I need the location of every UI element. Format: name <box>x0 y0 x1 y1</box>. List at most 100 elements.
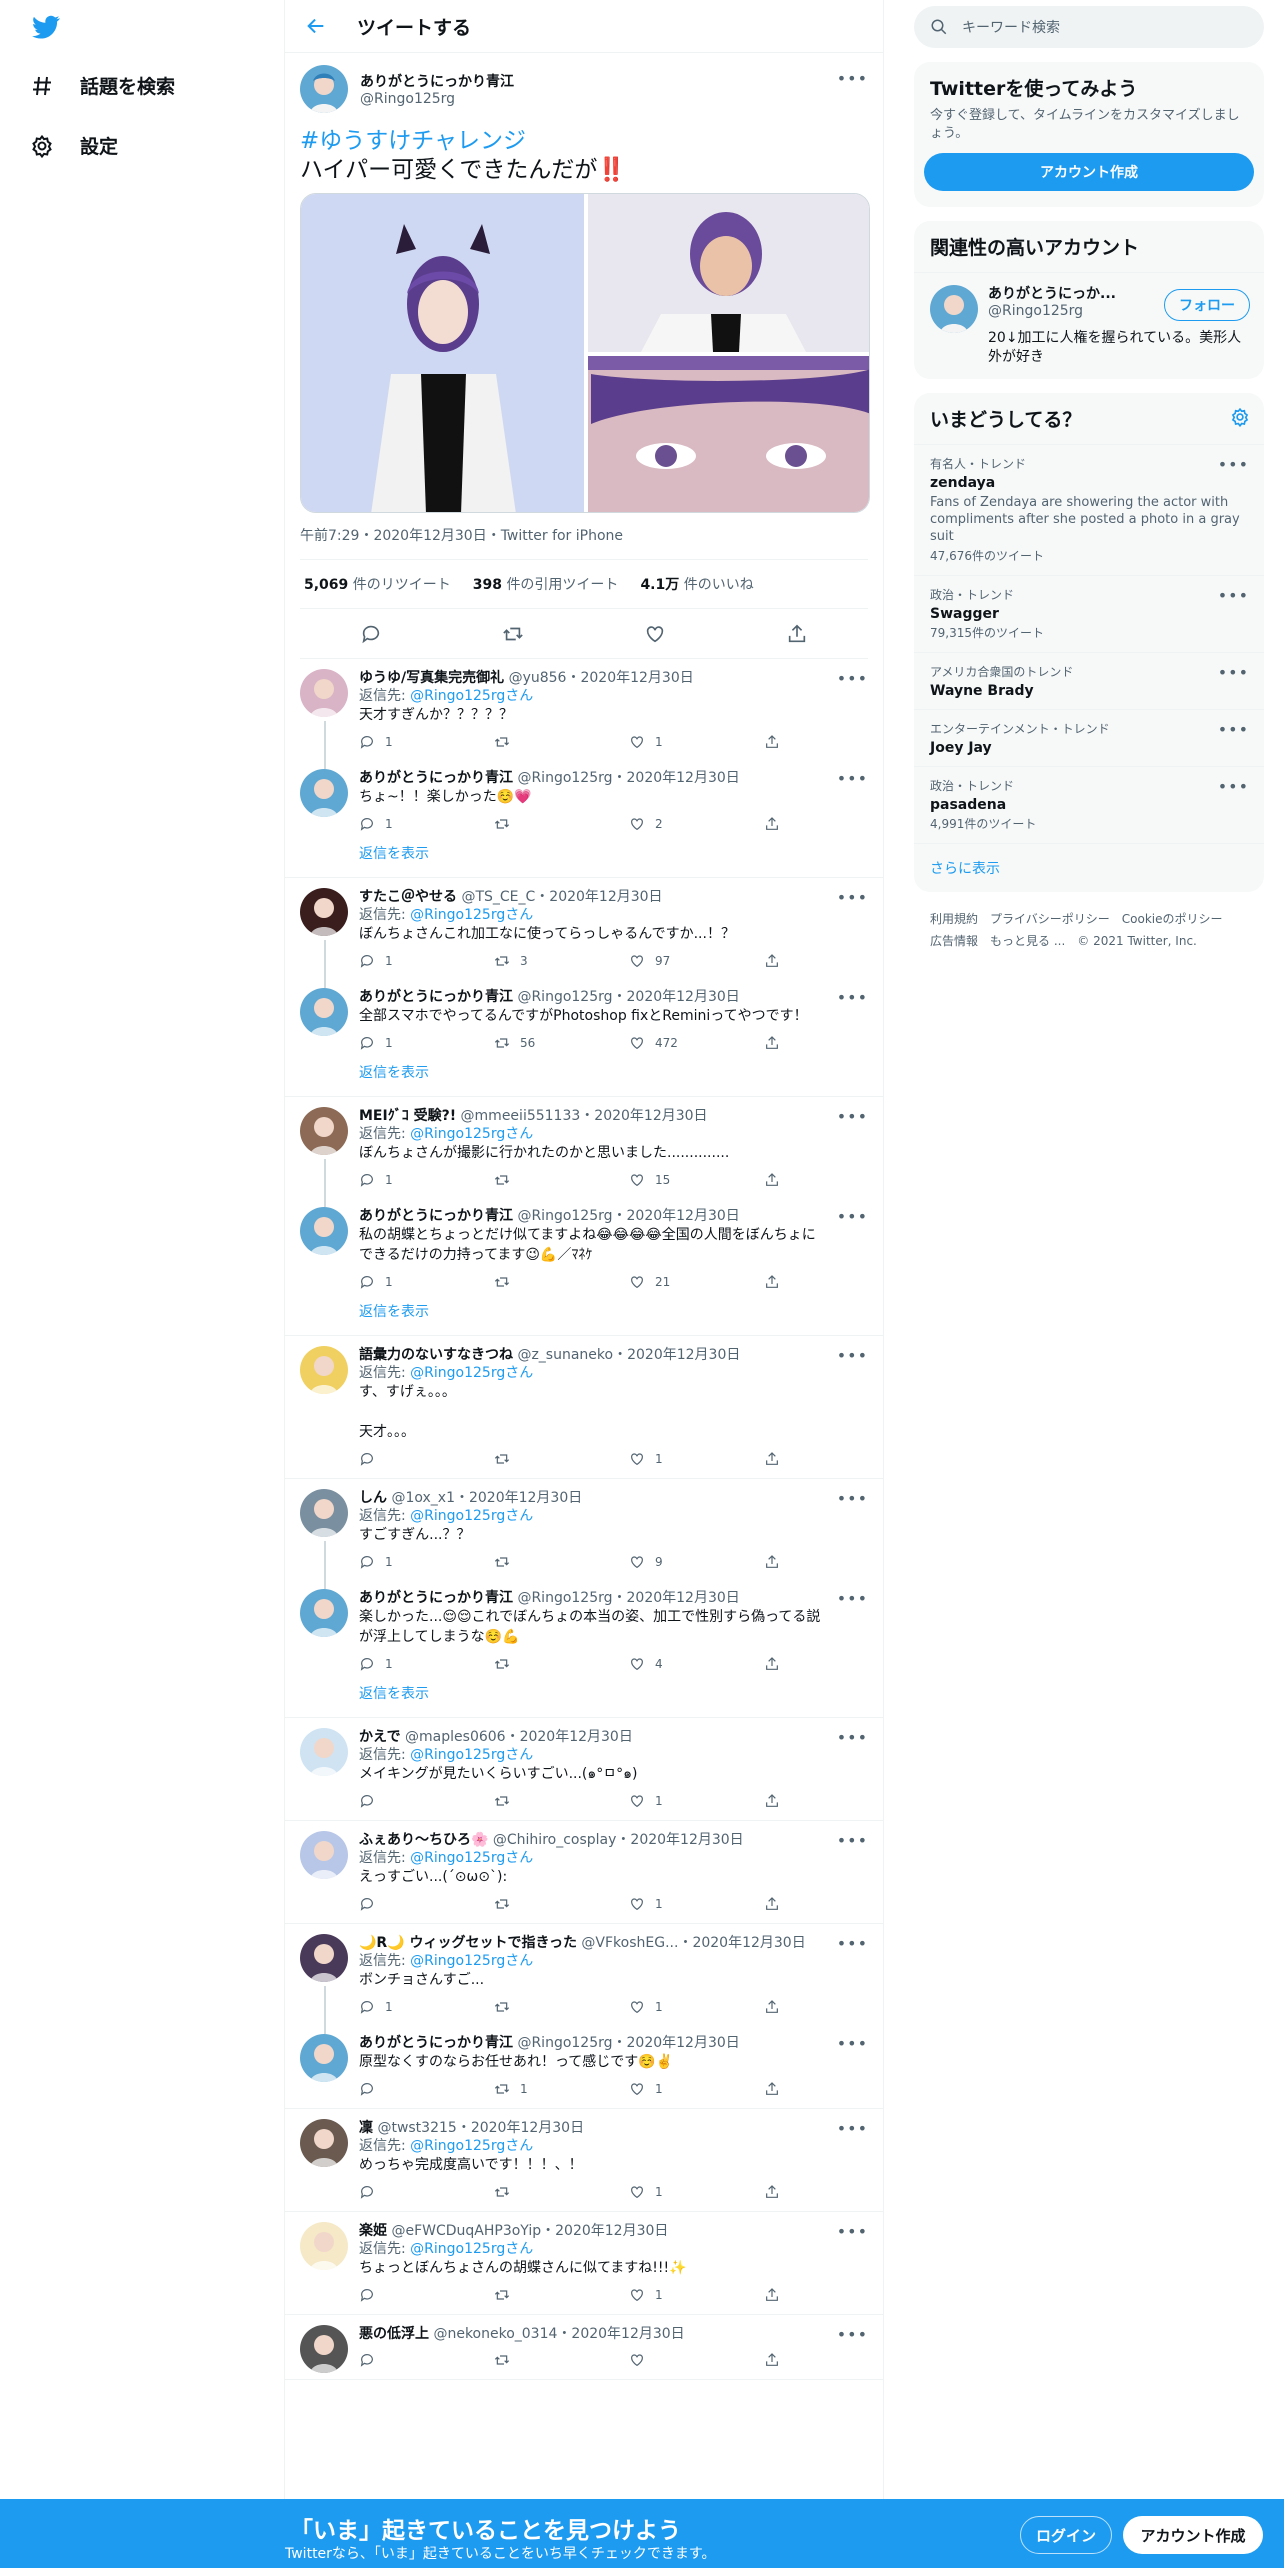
share-action[interactable] <box>764 953 780 969</box>
show-replies-link[interactable]: 返信を表示 <box>285 1299 883 1335</box>
reply-author-name[interactable]: ありがとうにっかり青江 <box>359 1590 513 1606</box>
reply-to-link[interactable]: @Ringo125rgさん <box>410 1953 533 1969</box>
like-action[interactable]: 1 <box>629 1451 764 1467</box>
avatar[interactable] <box>300 988 348 1036</box>
reply-author-name[interactable]: 語彙力のないすなきつね <box>359 1347 513 1363</box>
more-icon[interactable]: ••• <box>837 1589 868 1608</box>
retweet-action[interactable] <box>494 1451 629 1467</box>
more-icon[interactable]: ••• <box>837 1107 868 1126</box>
more-icon[interactable]: ••• <box>837 1489 868 1508</box>
more-icon[interactable]: ••• <box>837 1346 868 1365</box>
more-icon[interactable]: ••• <box>837 888 868 907</box>
reply-tweet[interactable]: ••• ありがとうにっかり青江 @Ringo125rg・2020年12月30日 楽し… <box>285 1579 883 1681</box>
footer-link[interactable]: もっと見る ... <box>990 934 1065 948</box>
retweet-action[interactable]: 1 <box>494 2081 629 2097</box>
follow-button[interactable]: フォロー <box>1164 289 1250 321</box>
more-icon[interactable]: ••• <box>837 769 868 788</box>
reply-author-name[interactable]: 凜 <box>359 2120 373 2136</box>
trend-item[interactable]: ••• 政治・トレンド pasadena 4,991件のツイート <box>914 766 1264 843</box>
reply-to-link[interactable]: @Ringo125rgさん <box>410 1126 533 1142</box>
avatar[interactable] <box>300 1207 348 1255</box>
like-stat[interactable]: 4.1万 件のいいね <box>640 574 753 594</box>
avatar[interactable] <box>300 2325 348 2373</box>
reply-author-handle[interactable]: @eFWCDuqAHP3oYip <box>391 2223 541 2239</box>
login-button[interactable]: ログイン <box>1020 2516 1112 2554</box>
reply-date[interactable]: 2020年12月30日 <box>627 770 740 786</box>
avatar[interactable] <box>300 1489 348 1537</box>
reply-author-name[interactable]: 悪の低浮上 <box>359 2326 429 2342</box>
more-icon[interactable]: ••• <box>1218 720 1249 739</box>
more-icon[interactable]: ••• <box>837 1207 868 1226</box>
retweet-action[interactable] <box>494 2287 629 2303</box>
avatar[interactable] <box>300 1589 348 1637</box>
reply-author-name[interactable]: かえで <box>359 1729 401 1745</box>
show-replies-link[interactable]: 返信を表示 <box>285 841 883 877</box>
reply-author-name[interactable]: ありがとうにっかり青江 <box>359 1208 513 1224</box>
more-icon[interactable]: ••• <box>837 1728 868 1747</box>
share-action[interactable] <box>764 1896 780 1912</box>
like-action[interactable]: 1 <box>629 734 764 750</box>
reply-author-handle[interactable]: @maples0606 <box>405 1729 506 1745</box>
reply-to-link[interactable]: @Ringo125rgさん <box>410 1508 533 1524</box>
reply-date[interactable]: 2020年12月30日 <box>692 1935 805 1951</box>
reply-author-handle[interactable]: @twst3215 <box>377 2120 456 2136</box>
create-account-button[interactable]: アカウント作成 <box>924 153 1254 191</box>
reply-to-link[interactable]: @Ringo125rgさん <box>410 2138 533 2154</box>
retweet-action[interactable]: 3 <box>494 953 629 969</box>
photo-grid[interactable] <box>301 194 870 513</box>
more-icon[interactable]: ••• <box>837 988 868 1007</box>
hashtag-link[interactable]: #ゆうすけチャレンジ <box>300 127 868 156</box>
reply-action[interactable]: 1 <box>359 1999 494 2015</box>
footer-link[interactable]: プライバシーポリシー <box>990 912 1110 926</box>
more-icon[interactable]: ••• <box>1218 663 1249 682</box>
share-action[interactable] <box>764 1656 780 1672</box>
share-icon[interactable] <box>786 623 808 645</box>
like-action[interactable]: 1 <box>629 1999 764 2015</box>
retweet-action[interactable] <box>494 1793 629 1809</box>
retweet-action[interactable] <box>494 1999 629 2015</box>
reply-tweet[interactable]: ••• 語彙力のないすなきつね @z_sunaneko・2020年12月30日 返信… <box>285 1336 883 1476</box>
reply-icon[interactable] <box>360 623 382 645</box>
reply-tweet[interactable]: ••• MEIｸﾞｺ 受験?! @mmeeii551133・2020年12月30日… <box>285 1097 883 1197</box>
nav-settings[interactable]: 設定 <box>30 132 118 159</box>
more-icon[interactable]: ••• <box>837 669 868 688</box>
reply-to-link[interactable]: @Ringo125rgさん <box>410 2241 533 2257</box>
reply-author-name[interactable]: すたこ＠やせる <box>359 889 457 905</box>
search-input[interactable]: キーワード検索 <box>962 17 1060 37</box>
related-account[interactable]: ありがとうにっか... @Ringo125rg フォロー 20↓加工に人権を握ら… <box>914 273 1264 379</box>
like-action[interactable]: 97 <box>629 953 764 969</box>
reply-tweet[interactable]: ••• 悪の低浮上 @nekoneko_0314・2020年12月30日 <box>285 2315 883 2377</box>
reply-action[interactable] <box>359 2081 494 2097</box>
reply-author-handle[interactable]: @Ringo125rg <box>517 989 612 1005</box>
reply-author-handle[interactable]: @Ringo125rg <box>517 1208 612 1224</box>
more-icon[interactable]: ••• <box>1218 455 1249 474</box>
reply-author-handle[interactable]: @1ox_x1 <box>391 1490 455 1506</box>
reply-action[interactable]: 1 <box>359 1172 494 1188</box>
more-icon[interactable]: ••• <box>837 69 868 88</box>
reply-action[interactable]: 1 <box>359 734 494 750</box>
reply-author-handle[interactable]: @TS_CE_C <box>461 889 535 905</box>
retweet-action[interactable] <box>494 816 629 832</box>
share-action[interactable] <box>764 1274 780 1290</box>
reply-author-name[interactable]: 🌙R🌙 ウィッグセットで指きった <box>359 1935 577 1951</box>
share-action[interactable] <box>764 2287 780 2303</box>
retweet-action[interactable] <box>494 1896 629 1912</box>
reply-action[interactable] <box>359 1793 494 1809</box>
share-action[interactable] <box>764 816 780 832</box>
avatar[interactable] <box>300 1346 348 1394</box>
reply-action[interactable] <box>359 2352 494 2368</box>
reply-date[interactable]: 2020年12月30日 <box>627 1347 740 1363</box>
like-action[interactable]: 15 <box>629 1172 764 1188</box>
avatar[interactable] <box>300 1728 348 1776</box>
share-action[interactable] <box>764 2081 780 2097</box>
avatar[interactable] <box>300 2222 348 2270</box>
reply-date[interactable]: 2020年12月30日 <box>630 1832 743 1848</box>
like-action[interactable]: 9 <box>629 1554 764 1570</box>
show-replies-link[interactable]: 返信を表示 <box>285 1060 883 1096</box>
reply-date[interactable]: 2020年12月30日 <box>555 2223 668 2239</box>
retweet-action[interactable] <box>494 2352 629 2368</box>
reply-tweet[interactable]: ••• ゆうゆ/写真集完売御礼 @yu856・2020年12月30日 返信先: @R… <box>285 659 883 759</box>
like-action[interactable]: 21 <box>629 1274 764 1290</box>
reply-author-handle[interactable]: @Ringo125rg <box>517 770 612 786</box>
quote-stat[interactable]: 398 件の引用ツイート <box>473 574 619 594</box>
